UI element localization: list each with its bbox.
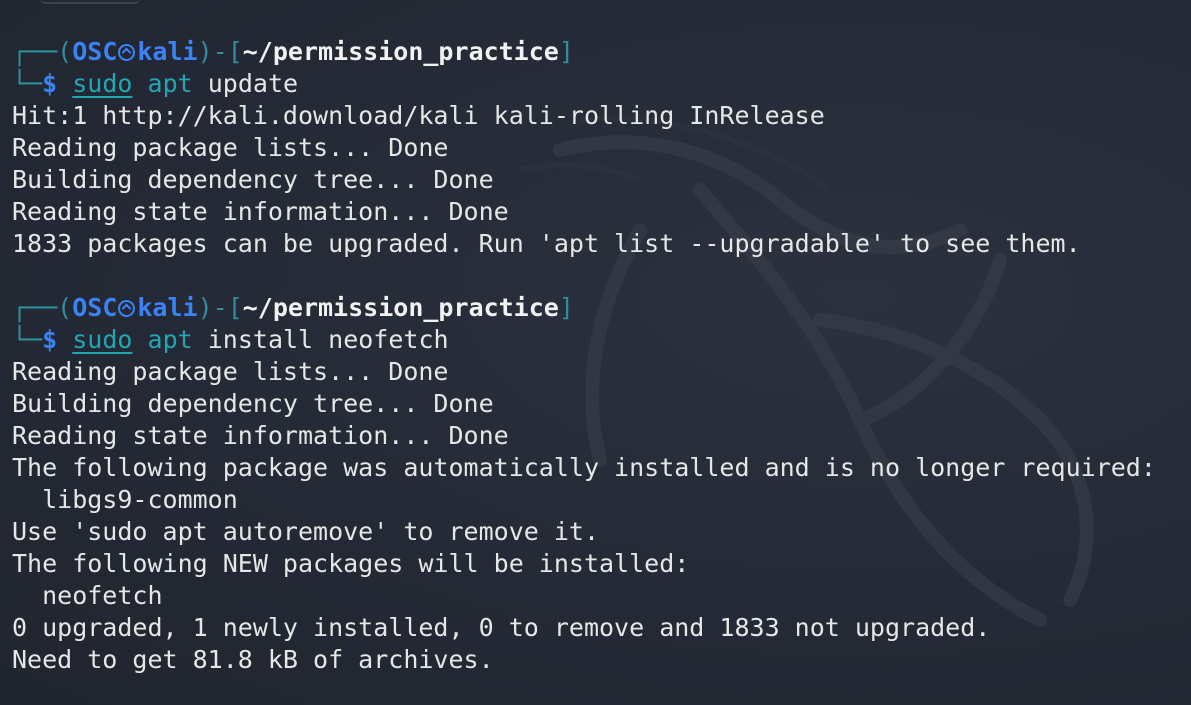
output-line: 1833 packages can be upgraded. Run 'apt … [12, 229, 1081, 258]
command-apt: apt [147, 325, 193, 354]
output-line: libgs9-common [12, 485, 238, 514]
prompt-frame: └─ [12, 69, 43, 98]
prompt-host: kali [137, 37, 198, 66]
command-args: install neofetch [207, 325, 449, 354]
output-line: Building dependency tree... Done [12, 165, 494, 194]
command-sudo: sudo [72, 325, 133, 354]
prompt-frame: )-[ [197, 37, 243, 66]
prompt-dollar: $ [42, 325, 58, 354]
prompt-user: OSC [72, 37, 118, 66]
prompt-frame: ] [558, 293, 574, 322]
kali-dragon-icon [118, 300, 136, 317]
output-line: Reading state information... Done [12, 197, 509, 226]
command-sudo: sudo [72, 69, 133, 98]
prompt-path: ~/permission_practice [242, 293, 559, 322]
prompt-frame: ] [558, 37, 574, 66]
prompt-dollar: $ [42, 69, 58, 98]
prompt-user: OSC [72, 293, 118, 322]
prompt-command-1: └─$ sudo apt update [12, 68, 298, 100]
scrolled-off-text [40, 0, 140, 4]
kali-dragon-icon [118, 44, 136, 61]
output-line: The following package was automatically … [12, 453, 1156, 482]
command-args: update [207, 69, 299, 98]
command-apt: apt [147, 69, 193, 98]
prompt-frame: )-[ [197, 293, 243, 322]
prompt-path: ~/permission_practice [242, 37, 559, 66]
prompt-host: kali [137, 293, 198, 322]
output-line: Building dependency tree... Done [12, 389, 494, 418]
output-line: Reading package lists... Done [12, 357, 449, 386]
output-line: Use 'sudo apt autoremove' to remove it. [12, 517, 599, 546]
output-line: Hit:1 http://kali.download/kali kali-rol… [12, 101, 825, 130]
output-line: 0 upgraded, 1 newly installed, 0 to remo… [12, 613, 991, 642]
prompt-command-2: └─$ sudo apt install neofetch [12, 324, 449, 356]
prompt-frame: ┌──( [12, 37, 73, 66]
output-line: Reading state information... Done [12, 421, 509, 450]
output-line: The following NEW packages will be insta… [12, 549, 690, 578]
prompt-frame: └─ [12, 325, 43, 354]
prompt-frame: ┌──( [12, 293, 73, 322]
terminal-window[interactable]: ┌──(OSC kali)-[~/permission_practice] └─$… [0, 0, 1191, 705]
output-line: Reading package lists... Done [12, 133, 449, 162]
prompt-header-2: ┌──(OSC kali)-[~/permission_practice] [12, 292, 574, 324]
output-line: Need to get 81.8 kB of archives. [12, 645, 494, 674]
output-line: neofetch [12, 581, 163, 610]
prompt-header-1: ┌──(OSC kali)-[~/permission_practice] [12, 36, 574, 68]
